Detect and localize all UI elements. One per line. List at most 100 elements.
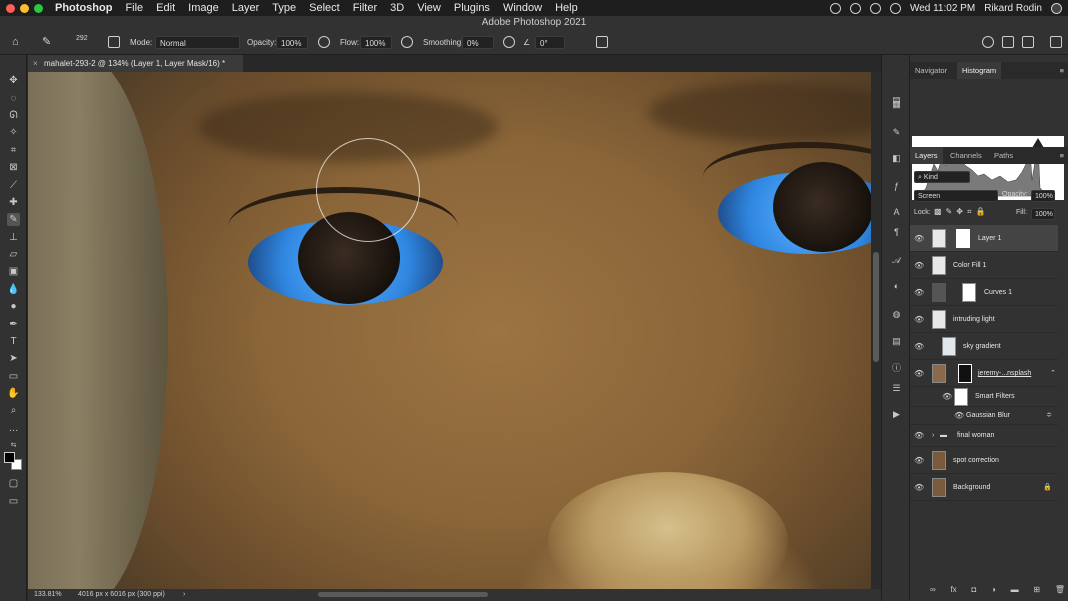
eye-icon[interactable]: 👁: [914, 333, 924, 360]
menu-window[interactable]: Window: [503, 2, 542, 14]
actions-play-icon[interactable]: ▶: [891, 409, 902, 420]
document-tab[interactable]: × mahalet-293-2 @ 134% (Layer 1, Layer M…: [28, 55, 243, 72]
tab-paths[interactable]: Paths: [989, 147, 1018, 164]
hand-tool-icon[interactable]: ✋: [7, 387, 20, 400]
eye-icon[interactable]: 👁: [914, 474, 924, 501]
quick-mask-icon[interactable]: ▢: [7, 477, 20, 490]
tab-channels[interactable]: Channels: [945, 147, 987, 164]
menu-view[interactable]: View: [417, 2, 441, 14]
zoom-window-button[interactable]: [34, 3, 43, 13]
tab-navigator[interactable]: Navigator: [910, 62, 952, 79]
tab-histogram[interactable]: Histogram: [957, 62, 1002, 79]
eye-icon[interactable]: 👁: [914, 225, 924, 252]
brush-settings-icon[interactable]: [108, 36, 120, 48]
chevron-right-icon[interactable]: ›: [932, 425, 934, 447]
layer-opacity-field[interactable]: 100%: [1031, 190, 1055, 202]
close-window-button[interactable]: [6, 3, 15, 13]
close-tab-icon[interactable]: ×: [33, 55, 38, 72]
frame-tool-icon[interactable]: ⊠: [7, 161, 20, 174]
smart-filters-row[interactable]: 👁 Smart Filters: [910, 387, 1058, 407]
opacity-field[interactable]: 100%: [276, 36, 308, 49]
eye-icon[interactable]: 👁: [914, 279, 924, 306]
wifi-icon[interactable]: [889, 2, 901, 14]
layer-row[interactable]: 👁 sky gradient: [910, 333, 1058, 360]
brush-preset-icon[interactable]: ✎: [42, 36, 51, 49]
eye-icon[interactable]: 👁: [914, 425, 924, 447]
bluetooth-icon[interactable]: [869, 2, 881, 14]
tab-layers[interactable]: Layers: [910, 147, 943, 164]
smart-object-icon[interactable]: ⌃: [1050, 360, 1056, 387]
info-icon[interactable]: ⓘ: [891, 363, 902, 374]
path-select-tool-icon[interactable]: ➤: [7, 352, 20, 365]
character-panel-icon[interactable]: A: [891, 207, 902, 218]
filter-row[interactable]: 👁 Gaussian Blur ≑: [910, 407, 1058, 425]
filter-name[interactable]: Gaussian Blur: [966, 407, 1010, 425]
menu-type[interactable]: Type: [272, 2, 296, 14]
blend-mode-select[interactable]: Screen: [914, 190, 998, 202]
layer-row[interactable]: 👁 Curves 1: [910, 279, 1058, 306]
link-layers-icon[interactable]: ∞: [930, 585, 936, 599]
home-icon[interactable]: ⌂: [12, 36, 19, 49]
dodge-tool-icon[interactable]: ●: [7, 300, 20, 313]
zoom-tool-icon[interactable]: ⌕: [7, 404, 20, 417]
add-mask-icon[interactable]: ◘: [971, 585, 976, 599]
menu-layer[interactable]: Layer: [232, 2, 260, 14]
menu-file[interactable]: File: [125, 2, 143, 14]
share-icon[interactable]: [1002, 36, 1014, 48]
smoothing-field[interactable]: 0%: [462, 36, 494, 49]
adjustments-icon[interactable]: ☰: [891, 383, 902, 394]
clone-stamp-tool-icon[interactable]: ⊥: [7, 231, 20, 244]
zoom-level[interactable]: 133.81%: [34, 589, 62, 601]
eye-icon[interactable]: 👁: [954, 407, 964, 425]
minimize-window-button[interactable]: [20, 3, 29, 13]
layer-name[interactable]: jeremy-...nsplash: [978, 360, 1031, 387]
screen-mode-icon[interactable]: ▭: [7, 495, 20, 508]
panel-menu-icon[interactable]: ≡: [1060, 62, 1064, 79]
layer-name[interactable]: Background: [953, 474, 990, 501]
mode-select[interactable]: Normal: [155, 36, 240, 49]
swatches-icon[interactable]: ▦: [891, 99, 902, 110]
angle-field[interactable]: 0°: [535, 36, 565, 49]
layers-panel-icon[interactable]: ▤: [891, 336, 902, 347]
layer-mask-thumbnail[interactable]: [962, 283, 976, 302]
siri-icon[interactable]: [1051, 2, 1062, 14]
foreground-color-swatch[interactable]: [4, 452, 15, 463]
layer-mask-thumbnail[interactable]: [958, 364, 972, 383]
quick-select-tool-icon[interactable]: ✧: [7, 126, 20, 139]
menu-select[interactable]: Select: [309, 2, 340, 14]
layer-name[interactable]: sky gradient: [963, 333, 1001, 360]
airbrush-icon[interactable]: [401, 36, 413, 48]
fx-icon[interactable]: fx: [950, 585, 956, 599]
swap-colors-icon[interactable]: ⇆: [7, 439, 20, 452]
vertical-scrollbar[interactable]: [871, 72, 881, 589]
blur-tool-icon[interactable]: 💧: [7, 283, 20, 296]
paragraph-panel-icon[interactable]: ¶: [891, 227, 902, 238]
symmetry-icon[interactable]: [596, 36, 608, 48]
layer-filter-kind-select[interactable]: ⌕ Kind: [914, 171, 970, 183]
marquee-tool-icon[interactable]: ◌: [7, 92, 20, 105]
rectangle-tool-icon[interactable]: ▭: [7, 370, 20, 383]
eye-icon[interactable]: 👁: [942, 387, 952, 407]
user-name[interactable]: Rikard Rodin: [984, 3, 1042, 14]
menu-filter[interactable]: Filter: [353, 2, 377, 14]
layer-name[interactable]: intruding light: [953, 306, 995, 333]
workspace-icon[interactable]: [1022, 36, 1034, 48]
layer-name[interactable]: spot correction: [953, 447, 999, 474]
crop-tool-icon[interactable]: ⌗: [7, 144, 20, 157]
status-menu-arrow[interactable]: ›: [183, 589, 185, 601]
search-icon[interactable]: [982, 36, 994, 48]
layer-row[interactable]: 👁 jeremy-...nsplash ⌃: [910, 360, 1058, 387]
layer-name[interactable]: Layer 1: [978, 225, 1001, 252]
gradient-tool-icon[interactable]: ▣: [7, 265, 20, 278]
brush-settings-panel-icon[interactable]: ✎: [891, 127, 902, 138]
flow-field[interactable]: 100%: [360, 36, 392, 49]
libraries-icon[interactable]: ◧: [891, 153, 902, 164]
eye-icon[interactable]: 👁: [914, 447, 924, 474]
layers-panel-menu-icon[interactable]: ≡: [1060, 147, 1064, 164]
eye-icon[interactable]: 👁: [914, 252, 924, 279]
layer-name[interactable]: Curves 1: [984, 279, 1012, 306]
menu-app-photoshop[interactable]: Photoshop: [55, 2, 112, 14]
menu-image[interactable]: Image: [188, 2, 219, 14]
color-panel-icon[interactable]: ◐: [891, 281, 902, 292]
image-canvas[interactable]: [28, 72, 871, 589]
